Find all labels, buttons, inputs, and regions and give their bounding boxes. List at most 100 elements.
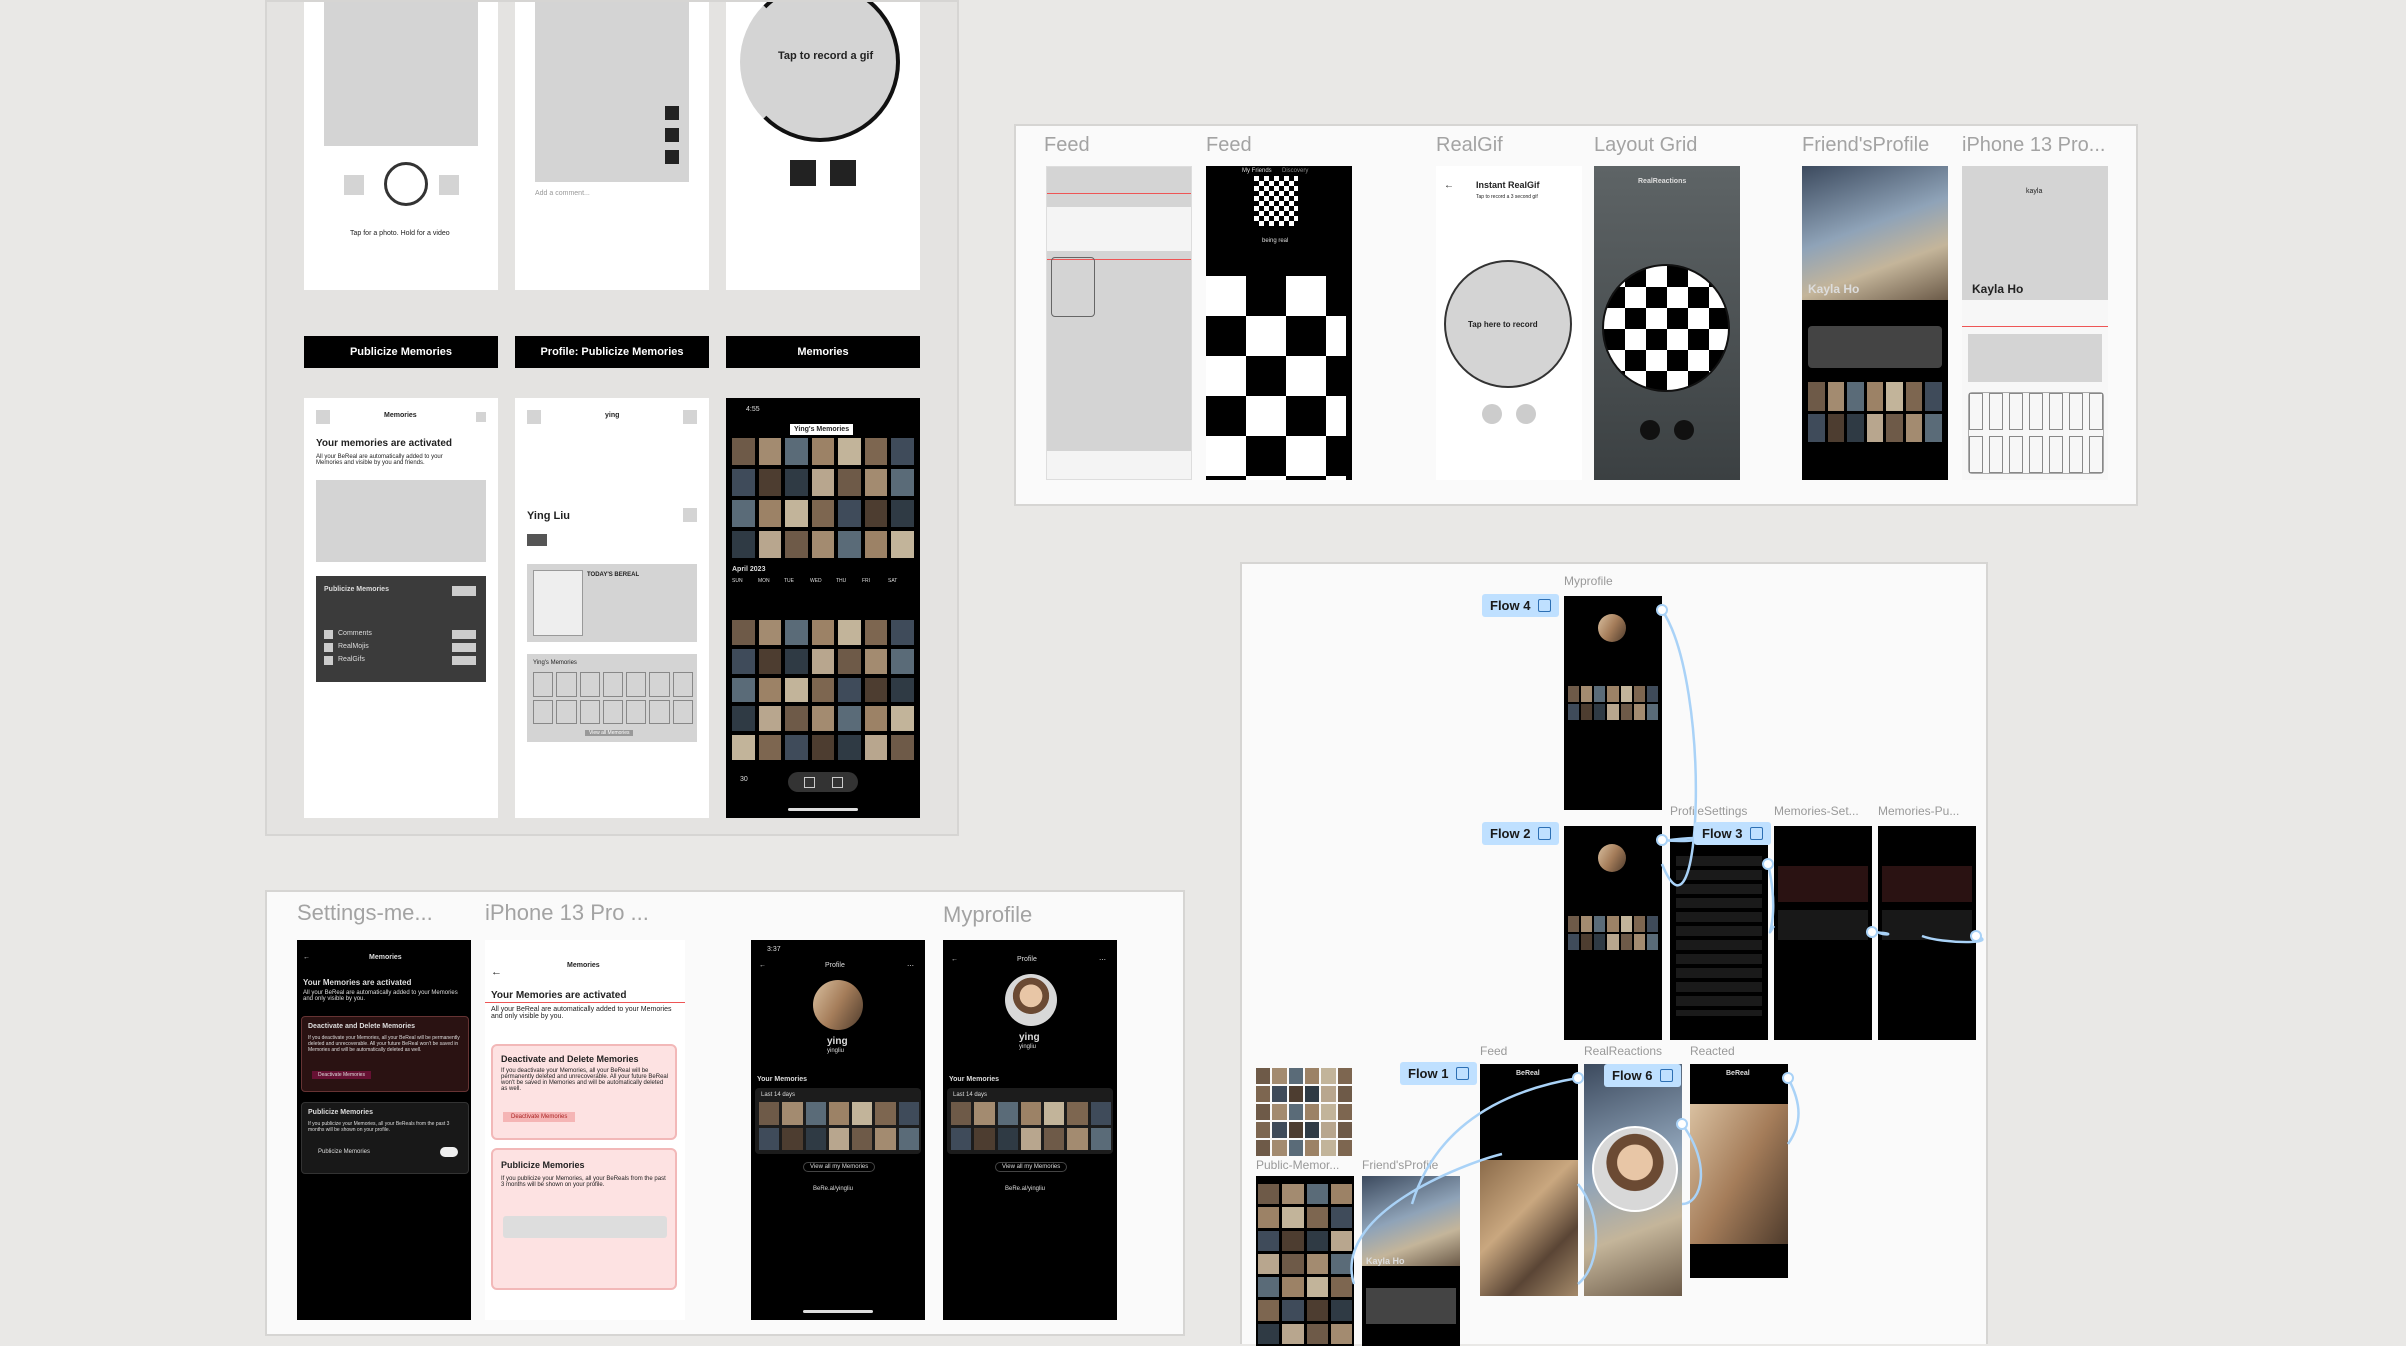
memory-thumbnail[interactable] <box>785 469 808 496</box>
feed-checker-screen[interactable]: My Friends Discovery being real <box>1206 166 1352 480</box>
memory-thumbnail[interactable] <box>732 677 755 703</box>
profile-publicize-memories-button[interactable]: Profile: Publicize Memories <box>515 336 709 368</box>
memory-thumbnail[interactable] <box>782 1102 803 1125</box>
calendar-icon[interactable] <box>804 777 815 788</box>
memory-thumbnail[interactable] <box>891 648 914 674</box>
deactivate-button[interactable]: Deactivate Memories <box>503 1112 576 1122</box>
memory-thumbnail[interactable] <box>891 706 914 732</box>
option-comments-checkbox[interactable] <box>324 630 333 639</box>
view-all-button[interactable]: View all my Memories <box>803 1162 876 1172</box>
shutter-button[interactable] <box>384 162 428 206</box>
memory-thumbnail[interactable] <box>758 735 782 760</box>
memories-settings-light[interactable]: ← Memories Your Memories are activated A… <box>485 940 685 1320</box>
memory-thumbnail[interactable] <box>602 672 624 697</box>
action-icon[interactable] <box>665 128 679 142</box>
option-toggle[interactable] <box>452 630 476 639</box>
memory-thumbnail[interactable] <box>864 620 888 645</box>
memory-thumbnail[interactable] <box>649 672 670 697</box>
memory-thumbnail[interactable] <box>758 438 782 465</box>
memory-thumbnail[interactable] <box>891 677 914 703</box>
memory-thumbnail[interactable] <box>556 672 577 697</box>
memory-thumbnail[interactable] <box>811 706 835 732</box>
memory-thumbnail[interactable] <box>811 648 835 674</box>
memory-thumbnail[interactable] <box>785 531 808 558</box>
memory-thumbnail[interactable] <box>672 699 693 724</box>
back-icon[interactable]: ← <box>491 966 502 978</box>
memory-thumbnail[interactable] <box>864 706 888 732</box>
memory-thumbnail[interactable] <box>785 648 808 674</box>
memory-thumbnail[interactable] <box>2049 393 2063 430</box>
memory-thumbnail[interactable] <box>579 699 600 724</box>
memories-settings-dark[interactable]: ← Memories Your Memories are activated A… <box>297 940 471 1320</box>
memory-thumbnail[interactable] <box>1989 436 2003 473</box>
memories-settings-wireframe[interactable]: Memories Your memories are activated All… <box>304 398 498 818</box>
memory-thumbnail[interactable] <box>759 1127 780 1150</box>
memory-thumbnail[interactable] <box>602 699 624 724</box>
memory-thumbnail[interactable] <box>864 469 888 496</box>
friends-profile-screen[interactable]: Kayla Ho <box>1802 166 1948 480</box>
memory-thumbnail[interactable] <box>758 531 782 558</box>
memory-thumbnail[interactable] <box>1925 382 1942 411</box>
memory-thumbnail[interactable] <box>1866 413 1884 442</box>
memory-thumbnail[interactable] <box>1866 382 1884 411</box>
memory-thumbnail[interactable] <box>1067 1102 1088 1125</box>
memory-thumbnail[interactable] <box>1847 413 1864 442</box>
memory-thumbnail[interactable] <box>1020 1102 1042 1125</box>
memory-thumbnail[interactable] <box>852 1102 873 1125</box>
more-icon[interactable]: ⋯ <box>907 962 914 970</box>
profile-wireframe[interactable]: ying Ying Liu TODAY'S BEREAL Ying's Memo… <box>515 398 709 818</box>
memory-thumbnail[interactable] <box>838 735 861 760</box>
memory-thumbnail[interactable] <box>2089 436 2103 473</box>
memory-thumbnail[interactable] <box>1925 413 1942 442</box>
flow-3-tag[interactable]: Flow 3 <box>1694 822 1772 845</box>
flash-icon[interactable] <box>344 175 364 195</box>
memory-thumbnail[interactable] <box>811 677 835 703</box>
memory-thumbnail[interactable] <box>864 531 888 558</box>
back-icon[interactable]: ← <box>303 954 310 961</box>
memory-thumbnail[interactable] <box>1090 1127 1111 1150</box>
view-all-button[interactable]: View all Memories <box>585 730 634 736</box>
deactivate-button[interactable]: Deactivate Memories <box>312 1071 371 1079</box>
memory-thumbnail[interactable] <box>732 438 755 465</box>
memory-thumbnail[interactable] <box>533 699 554 724</box>
flip-button[interactable] <box>1482 404 1502 424</box>
memory-thumbnail[interactable] <box>785 620 808 645</box>
memory-thumbnail[interactable] <box>838 531 861 558</box>
comment-wireframe[interactable]: Add a comment... <box>515 2 709 290</box>
memory-thumbnail[interactable] <box>1044 1102 1065 1125</box>
memory-thumbnail[interactable] <box>974 1102 995 1125</box>
memory-thumbnail[interactable] <box>1969 393 1983 430</box>
option-realgifs-checkbox[interactable] <box>324 656 333 665</box>
gif-option[interactable] <box>790 160 816 186</box>
memory-thumbnail[interactable] <box>838 469 861 496</box>
memory-thumbnail[interactable] <box>838 620 861 645</box>
memories-button[interactable]: Memories <box>726 336 920 368</box>
camera-icon[interactable] <box>832 777 843 788</box>
memory-thumbnail[interactable] <box>875 1127 896 1150</box>
memory-thumbnail[interactable] <box>1886 382 1903 411</box>
camera-wireframe[interactable]: Tap for a photo. Hold for a video <box>304 2 498 290</box>
memory-thumbnail[interactable] <box>785 438 808 465</box>
calendar-memories-screen[interactable]: 4:55 Ying's Memories April 2023 SUN MON TU… <box>726 398 920 818</box>
memory-thumbnail[interactable] <box>828 1127 850 1150</box>
memory-thumbnail[interactable] <box>875 1102 896 1125</box>
memory-thumbnail[interactable] <box>759 1102 780 1125</box>
tab-discovery[interactable]: Discovery <box>1282 168 1308 174</box>
memory-thumbnail[interactable] <box>758 500 782 527</box>
memory-thumbnail[interactable] <box>1044 1127 1065 1150</box>
memory-thumbnail[interactable] <box>1090 1102 1111 1125</box>
avatar[interactable] <box>813 980 863 1030</box>
memory-thumbnail[interactable] <box>864 500 888 527</box>
memory-thumbnail[interactable] <box>732 648 755 674</box>
flip-button[interactable] <box>1640 420 1660 440</box>
memory-thumbnail[interactable] <box>2029 393 2043 430</box>
memory-thumbnail[interactable] <box>732 531 755 558</box>
info-icon[interactable] <box>476 412 486 422</box>
memory-thumbnail[interactable] <box>951 1102 972 1125</box>
memory-thumbnail[interactable] <box>672 672 693 697</box>
memory-thumbnail[interactable] <box>891 469 914 496</box>
memory-thumbnail[interactable] <box>1067 1127 1088 1150</box>
more-icon[interactable]: ⋯ <box>1099 956 1106 964</box>
option-toggle[interactable] <box>452 643 476 652</box>
bereal-link[interactable]: BeRe.al/yingliu <box>1005 1186 1045 1192</box>
